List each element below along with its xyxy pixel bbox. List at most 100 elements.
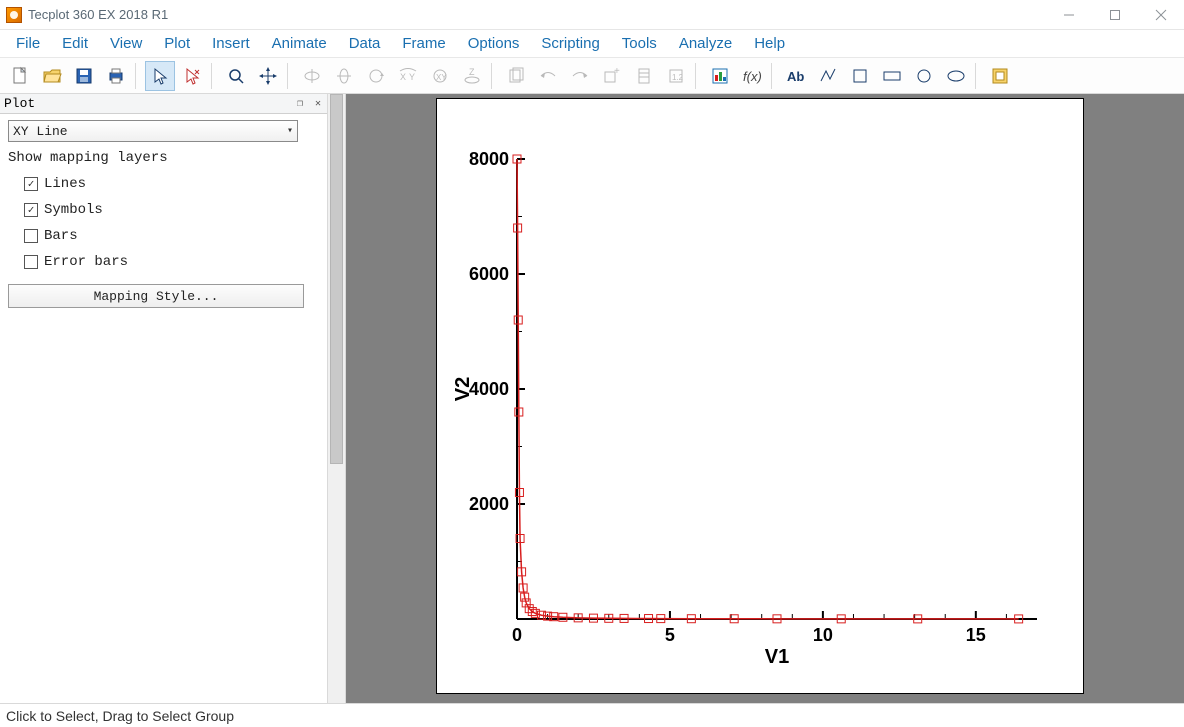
menu-plot[interactable]: Plot (154, 33, 200, 54)
sidebar: Plot ❐ ✕ XY Line Show mapping layers Lin… (0, 94, 346, 703)
translate-icon[interactable] (253, 61, 283, 91)
sidebar-scrollbar[interactable] (327, 94, 345, 703)
menubar: FileEditViewPlotInsertAnimateDataFrameOp… (0, 30, 1184, 58)
rollerball-icon[interactable]: XY (425, 61, 455, 91)
menu-help[interactable]: Help (744, 33, 795, 54)
checkbox-error-bars[interactable] (24, 255, 38, 269)
window-controls (1046, 0, 1184, 30)
text-tool-icon[interactable]: Ab (781, 61, 811, 91)
layer-label: Bars (44, 228, 78, 244)
save-icon[interactable] (69, 61, 99, 91)
window-title: Tecplot 360 EX 2018 R1 (28, 7, 168, 22)
minimize-button[interactable] (1046, 0, 1092, 30)
svg-text:Ab: Ab (787, 69, 804, 84)
menu-frame[interactable]: Frame (392, 33, 455, 54)
print-icon[interactable] (101, 61, 131, 91)
scrollbar-thumb[interactable] (330, 94, 343, 464)
menu-tools[interactable]: Tools (612, 33, 667, 54)
twist-icon[interactable] (361, 61, 391, 91)
square-tool-icon[interactable] (845, 61, 875, 91)
menu-scripting[interactable]: Scripting (531, 33, 609, 54)
svg-text:Z: Z (469, 67, 475, 77)
separator (135, 63, 141, 89)
select-tool-icon[interactable] (145, 61, 175, 91)
svg-text:f(x): f(x) (743, 69, 762, 84)
svg-text:5: 5 (665, 625, 675, 645)
function-icon[interactable]: f(x) (737, 61, 767, 91)
separator (975, 63, 981, 89)
toolbar: XY XY Z + 1.2 f(x) Ab (0, 58, 1184, 94)
menu-view[interactable]: View (100, 33, 152, 54)
rotate-icon[interactable] (297, 61, 327, 91)
frame-snapshot-icon[interactable] (985, 61, 1015, 91)
menu-analyze[interactable]: Analyze (669, 33, 742, 54)
probe-data-icon[interactable]: 1.2 (661, 61, 691, 91)
menu-file[interactable]: File (6, 33, 50, 54)
svg-text:1.2: 1.2 (672, 73, 684, 82)
slice-tool-icon[interactable] (501, 61, 531, 91)
layer-row-error-bars: Error bars (24, 254, 319, 270)
layer-row-symbols: Symbols (24, 202, 319, 218)
separator (211, 63, 217, 89)
app-icon (6, 7, 22, 23)
svg-text:15: 15 (966, 625, 986, 645)
svg-text:+: + (614, 66, 620, 77)
separator (287, 63, 293, 89)
streamtrace-fwd-icon[interactable] (565, 61, 595, 91)
plot-type-dropdown[interactable]: XY Line (8, 120, 298, 142)
maximize-button[interactable] (1092, 0, 1138, 30)
rotate-xy-icon[interactable]: XY (393, 61, 423, 91)
svg-text:X: X (400, 72, 406, 82)
circle-tool-icon[interactable] (909, 61, 939, 91)
svg-text:V1: V1 (765, 646, 789, 668)
svg-text:6000: 6000 (469, 264, 509, 284)
adjust-tool-icon[interactable] (177, 61, 207, 91)
menu-animate[interactable]: Animate (262, 33, 337, 54)
zoom-icon[interactable] (221, 61, 251, 91)
layer-label: Error bars (44, 254, 128, 270)
svg-text:4000: 4000 (469, 379, 509, 399)
checkbox-lines[interactable] (24, 177, 38, 191)
menu-data[interactable]: Data (339, 33, 391, 54)
titlebar: Tecplot 360 EX 2018 R1 (0, 0, 1184, 30)
separator (771, 63, 777, 89)
separator (491, 63, 497, 89)
sidebar-title: Plot (4, 96, 35, 111)
svg-text:Y: Y (409, 72, 415, 82)
extract-icon[interactable] (629, 61, 659, 91)
svg-text:V2: V2 (452, 377, 474, 401)
menu-options[interactable]: Options (458, 33, 530, 54)
separator (695, 63, 701, 89)
line-tool-icon[interactable] (813, 61, 843, 91)
mapping-style-button[interactable]: Mapping Style... (8, 284, 304, 308)
rotate-z-icon[interactable]: Z (457, 61, 487, 91)
plot-style-icon[interactable] (705, 61, 735, 91)
layer-label: Symbols (44, 202, 103, 218)
svg-text:XY: XY (436, 73, 447, 82)
spin-icon[interactable] (329, 61, 359, 91)
sidebar-header: Plot ❐ ✕ (0, 94, 327, 114)
mapping-style-label: Mapping Style... (94, 289, 219, 304)
rect-tool-icon[interactable] (877, 61, 907, 91)
menu-edit[interactable]: Edit (52, 33, 98, 54)
layer-row-lines: Lines (24, 176, 319, 192)
show-layers-label: Show mapping layers (8, 150, 319, 166)
probe-add-icon[interactable]: + (597, 61, 627, 91)
close-panel-icon[interactable]: ✕ (313, 99, 323, 109)
svg-text:0: 0 (512, 625, 522, 645)
statusbar: Click to Select, Drag to Select Group (0, 703, 1184, 727)
layer-row-bars: Bars (24, 228, 319, 244)
plot-canvas-area: 2000400060008000051015V1V2 (346, 94, 1184, 703)
undock-icon[interactable]: ❐ (295, 99, 305, 109)
open-file-icon[interactable] (37, 61, 67, 91)
checkbox-bars[interactable] (24, 229, 38, 243)
ellipse-tool-icon[interactable] (941, 61, 971, 91)
new-page-icon[interactable] (5, 61, 35, 91)
close-button[interactable] (1138, 0, 1184, 30)
status-text: Click to Select, Drag to Select Group (6, 708, 234, 724)
checkbox-symbols[interactable] (24, 203, 38, 217)
streamtrace-back-icon[interactable] (533, 61, 563, 91)
plot-frame[interactable]: 2000400060008000051015V1V2 (436, 98, 1084, 694)
svg-text:10: 10 (813, 625, 833, 645)
menu-insert[interactable]: Insert (202, 33, 260, 54)
